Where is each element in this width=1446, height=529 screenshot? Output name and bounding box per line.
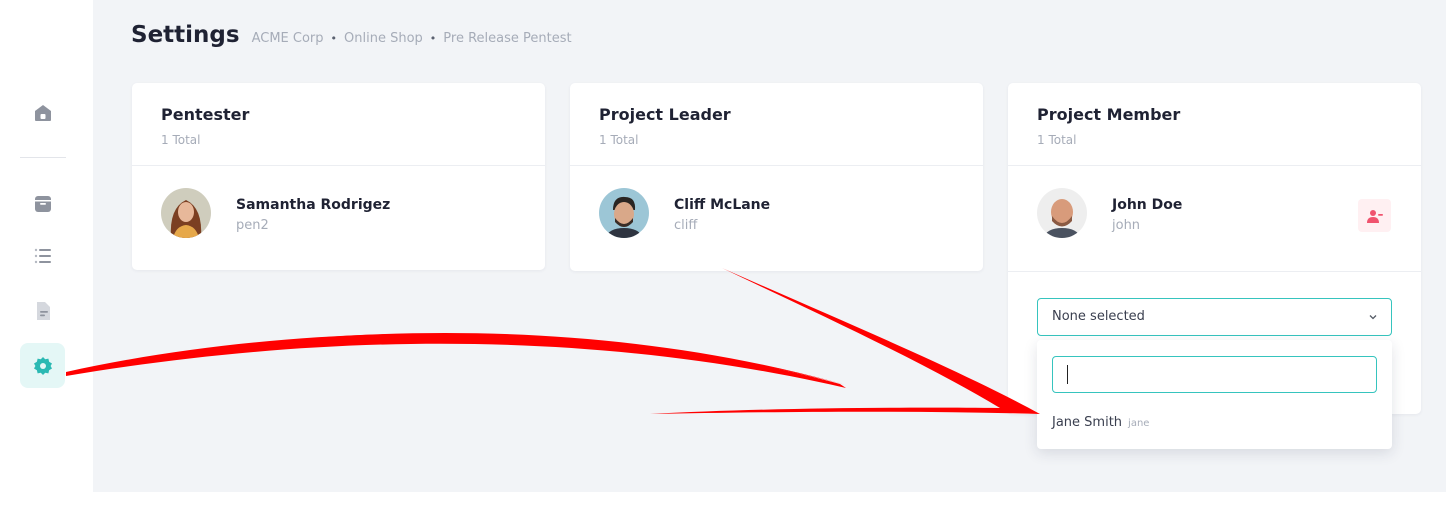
sidebar-item-home[interactable] bbox=[20, 90, 65, 135]
page-header: Settings ACME Corp • Online Shop • Pre R… bbox=[131, 22, 572, 48]
sidebar bbox=[0, 0, 93, 529]
card-title: Project Member bbox=[1037, 105, 1181, 124]
member-row: John Doe john bbox=[1008, 166, 1421, 272]
project-leader-card: Project Leader 1 Total Cliff McLane clif… bbox=[570, 83, 983, 271]
dropdown-search-input[interactable] bbox=[1052, 356, 1377, 393]
sidebar-item-list[interactable] bbox=[20, 233, 65, 278]
member-username: john bbox=[1112, 218, 1141, 233]
page-title: Settings bbox=[131, 22, 240, 48]
chevron-down-icon bbox=[1369, 315, 1377, 320]
home-icon bbox=[34, 104, 51, 121]
remove-member-button[interactable] bbox=[1358, 199, 1391, 232]
member-select[interactable]: None selected bbox=[1037, 298, 1392, 336]
member-username: pen2 bbox=[236, 218, 269, 233]
card-header: Project Member 1 Total bbox=[1008, 83, 1421, 166]
pentester-card: Pentester 1 Total Samantha Rodrigez pen2 bbox=[132, 83, 545, 270]
breadcrumb: ACME Corp • Online Shop • Pre Release Pe… bbox=[252, 31, 572, 46]
avatar bbox=[599, 188, 649, 238]
card-count: 1 Total bbox=[1037, 133, 1077, 147]
card-header: Pentester 1 Total bbox=[132, 83, 545, 166]
sidebar-item-archive[interactable] bbox=[20, 181, 65, 226]
document-icon bbox=[36, 301, 50, 320]
member-name: Samantha Rodrigez bbox=[236, 197, 391, 213]
member-row: Samantha Rodrigez pen2 bbox=[132, 166, 545, 270]
select-dropdown: Jane Smith jane bbox=[1037, 340, 1392, 449]
card-count: 1 Total bbox=[599, 133, 639, 147]
breadcrumb-item[interactable]: Online Shop bbox=[344, 31, 423, 46]
option-name: Jane Smith bbox=[1052, 415, 1123, 430]
app-root: Settings ACME Corp • Online Shop • Pre R… bbox=[0, 0, 1446, 529]
dropdown-option[interactable]: Jane Smith jane bbox=[1052, 415, 1149, 430]
member-name: John Doe bbox=[1112, 197, 1183, 213]
avatar bbox=[1037, 188, 1087, 238]
card-count: 1 Total bbox=[161, 133, 201, 147]
breadcrumb-item[interactable]: Pre Release Pentest bbox=[443, 31, 571, 46]
sidebar-divider bbox=[20, 157, 66, 158]
member-name: Cliff McLane bbox=[674, 197, 771, 213]
sidebar-item-settings[interactable] bbox=[20, 343, 65, 388]
remove-user-icon bbox=[1366, 209, 1383, 223]
member-row: Cliff McLane cliff bbox=[570, 166, 983, 270]
avatar bbox=[161, 188, 211, 238]
card-title: Project Leader bbox=[599, 105, 731, 124]
sidebar-item-document[interactable] bbox=[20, 288, 65, 333]
text-cursor bbox=[1067, 365, 1068, 384]
gear-icon bbox=[33, 356, 52, 375]
archive-icon bbox=[34, 195, 51, 212]
select-value: None selected bbox=[1052, 309, 1145, 324]
breadcrumb-separator: • bbox=[429, 32, 437, 45]
member-username: cliff bbox=[674, 218, 698, 233]
card-header: Project Leader 1 Total bbox=[570, 83, 983, 166]
list-icon bbox=[34, 248, 51, 263]
option-username: jane bbox=[1128, 418, 1150, 429]
breadcrumb-separator: • bbox=[330, 32, 338, 45]
breadcrumb-item[interactable]: ACME Corp bbox=[252, 31, 324, 46]
card-title: Pentester bbox=[161, 105, 250, 124]
